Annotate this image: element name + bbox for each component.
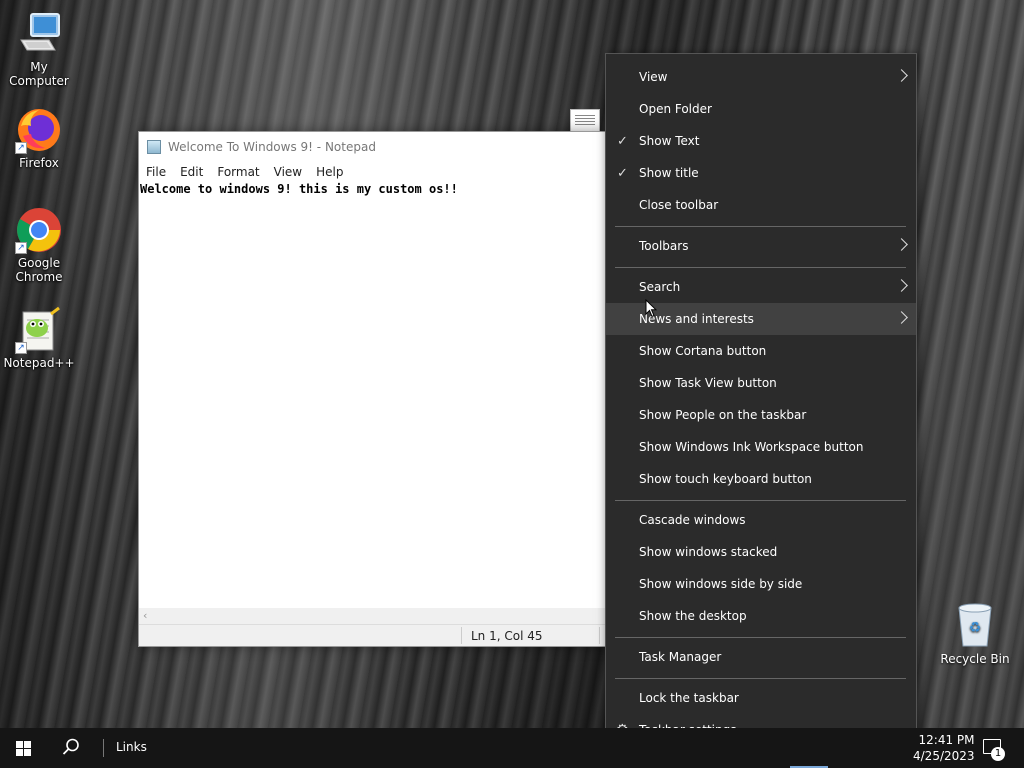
notepad-title: Welcome To Windows 9! - Notepad	[168, 140, 376, 154]
menu-item-task-manager[interactable]: Task Manager	[606, 641, 916, 673]
menu-item-show-cortana-button[interactable]: Show Cortana button	[606, 335, 916, 367]
desktop-icon-my-computer[interactable]: My Computer	[1, 10, 77, 88]
menu-item-label: Search	[639, 280, 681, 294]
menu-item-show-text[interactable]: ✓ Show Text	[606, 125, 916, 157]
taskbar: Links 12:41 PM 4/25/2023 1	[0, 728, 1024, 768]
chevron-right-icon	[895, 279, 908, 292]
menu-item-show-touch-keyboard[interactable]: Show touch keyboard button	[606, 463, 916, 495]
status-divider	[599, 627, 600, 644]
menu-item-label: Show windows side by side	[639, 577, 803, 591]
menu-item-label: Show People on the taskbar	[639, 408, 807, 422]
menu-separator	[615, 500, 906, 501]
notepad-window[interactable]: Welcome To Windows 9! - Notepad File Edi…	[138, 131, 608, 647]
desktop-icon-recycle-bin[interactable]: ♻ Recycle Bin	[937, 602, 1013, 666]
menu-separator	[615, 267, 906, 268]
cursor-position: Ln 1, Col 45	[471, 629, 543, 643]
scroll-left-icon[interactable]: ‹	[143, 609, 147, 622]
checkmark-icon: ✓	[617, 133, 628, 149]
menu-item-show-windows-side-by-side[interactable]: Show windows side by side	[606, 568, 916, 600]
menu-item-show-windows-ink[interactable]: Show Windows Ink Workspace button	[606, 431, 916, 463]
menu-view[interactable]: View	[267, 165, 309, 179]
links-toolbar[interactable]: Links	[116, 740, 147, 754]
menu-item-show-title[interactable]: ✓ Show title	[606, 157, 916, 189]
notepad-app-icon	[147, 140, 161, 154]
mouse-pointer-icon	[645, 298, 658, 322]
menu-item-label: Show Task View button	[639, 376, 777, 390]
menu-item-view[interactable]: View	[606, 61, 916, 93]
menu-item-label: View	[639, 70, 668, 84]
search-icon[interactable]	[62, 738, 80, 759]
toolbar-divider	[103, 739, 104, 757]
menu-item-label: Show Cortana button	[639, 344, 767, 358]
menu-separator	[615, 226, 906, 227]
menu-item-show-task-view-button[interactable]: Show Task View button	[606, 367, 916, 399]
menu-format[interactable]: Format	[210, 165, 266, 179]
desktop-icon-label: My Computer	[9, 60, 69, 88]
recycle-bin-icon: ♻	[955, 602, 995, 648]
menu-item-label: Close toolbar	[639, 198, 719, 212]
shortcut-arrow-icon: ↗	[15, 142, 27, 154]
chevron-right-icon	[895, 69, 908, 82]
menu-item-label: Lock the taskbar	[639, 691, 739, 705]
menu-item-label: Cascade windows	[639, 513, 746, 527]
desktop-file-icon[interactable]	[570, 109, 600, 133]
menu-item-close-toolbar[interactable]: Close toolbar	[606, 189, 916, 221]
checkmark-icon: ✓	[617, 165, 628, 181]
start-button[interactable]	[16, 741, 32, 756]
menu-item-toolbars[interactable]: Toolbars	[606, 230, 916, 262]
horizontal-scrollbar[interactable]: ‹	[139, 608, 607, 624]
desktop-icon-label: Recycle Bin	[940, 652, 1010, 666]
menu-item-cascade-windows[interactable]: Cascade windows	[606, 504, 916, 536]
menu-file[interactable]: File	[139, 165, 173, 179]
clock-time: 12:41 PM	[918, 733, 975, 747]
menu-item-label: Show windows stacked	[639, 545, 778, 559]
menu-item-open-folder[interactable]: Open Folder	[606, 93, 916, 125]
notepad-plus-plus-icon: ↗	[15, 306, 63, 354]
notepad-text-area[interactable]: Welcome to windows 9! this is my custom …	[139, 182, 607, 602]
desktop-icon-notepad-plus-plus[interactable]: ↗ Notepad++	[1, 306, 77, 370]
menu-item-label: Show Text	[639, 134, 700, 148]
chevron-right-icon	[895, 311, 908, 324]
desktop-icon-firefox[interactable]: ↗ Firefox	[1, 106, 77, 170]
notepad-menu-bar: File Edit Format View Help	[139, 162, 607, 182]
menu-item-label: Show touch keyboard button	[639, 472, 812, 486]
menu-item-label: Show Windows Ink Workspace button	[639, 440, 864, 454]
menu-item-label: Toolbars	[639, 239, 689, 253]
menu-item-label: Task Manager	[639, 650, 722, 664]
shortcut-arrow-icon: ↗	[15, 242, 27, 254]
menu-item-lock-the-taskbar[interactable]: Lock the taskbar	[606, 682, 916, 714]
desktop-icon-label: Google Chrome	[15, 256, 63, 284]
taskbar-context-menu: View Open Folder ✓ Show Text ✓ Show titl…	[605, 53, 917, 746]
menu-item-show-windows-stacked[interactable]: Show windows stacked	[606, 536, 916, 568]
desktop-icon-google-chrome[interactable]: ↗ Google Chrome	[1, 206, 77, 284]
menu-help[interactable]: Help	[309, 165, 350, 179]
menu-item-label: Show title	[639, 166, 699, 180]
menu-item-show-the-desktop[interactable]: Show the desktop	[606, 600, 916, 632]
menu-edit[interactable]: Edit	[173, 165, 210, 179]
notepad-status-bar: Ln 1, Col 45	[139, 624, 607, 646]
chevron-right-icon	[895, 238, 908, 251]
taskbar-clock[interactable]: 12:41 PM 4/25/2023	[913, 732, 975, 764]
menu-item-label: Open Folder	[639, 102, 712, 116]
desktop-icon-label: Notepad++	[3, 356, 75, 370]
shortcut-arrow-icon: ↗	[15, 342, 27, 354]
clock-date: 4/25/2023	[913, 749, 975, 763]
status-divider	[461, 627, 462, 644]
menu-item-label: Show the desktop	[639, 609, 747, 623]
svg-text:♻: ♻	[969, 620, 982, 636]
notification-count-badge: 1	[991, 747, 1005, 761]
notepad-title-bar[interactable]: Welcome To Windows 9! - Notepad	[139, 132, 607, 162]
menu-separator	[615, 678, 906, 679]
menu-separator	[615, 637, 906, 638]
computer-icon	[15, 10, 63, 58]
firefox-icon: ↗	[15, 106, 63, 154]
chrome-icon: ↗	[15, 206, 63, 254]
desktop-icon-label: Firefox	[19, 156, 59, 170]
menu-item-show-people[interactable]: Show People on the taskbar	[606, 399, 916, 431]
